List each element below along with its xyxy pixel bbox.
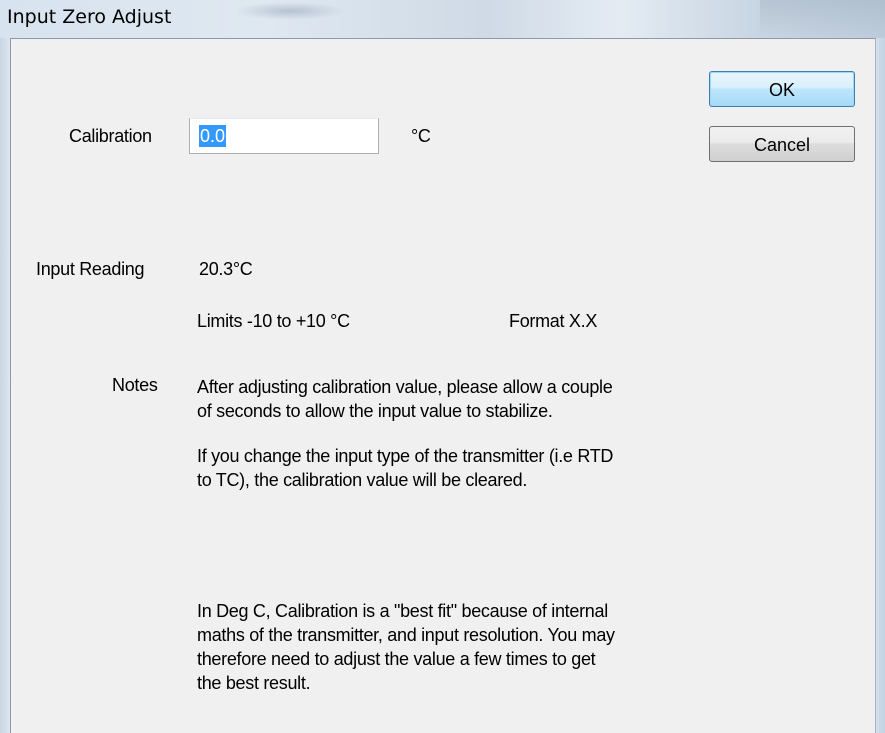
note-best-fit-line: maths of the transmitter, and input reso… (197, 625, 615, 645)
window-title: Input Zero Adjust (7, 6, 172, 28)
ok-button[interactable]: OK (709, 71, 855, 107)
cancel-button[interactable]: Cancel (709, 126, 855, 162)
note-best-fit-line: In Deg C, Calibration is a "best fit" be… (197, 601, 608, 621)
note-best-fit-line: therefore need to adjust the value a few… (197, 649, 596, 669)
limits-text: Limits -10 to +10 °C (197, 311, 350, 331)
note-best-fit: In Deg C, Calibration is a "best fit" be… (197, 599, 615, 695)
window-frame-left (0, 38, 10, 733)
note-stabilize-line: of seconds to allow the input value to s… (197, 401, 553, 421)
note-stabilize-line: After adjusting calibration value, pleas… (197, 377, 613, 397)
title-bar[interactable]: Input Zero Adjust (0, 0, 885, 38)
note-input-type: If you change the input type of the tran… (197, 444, 613, 492)
calibration-input-value: 0.0 (199, 125, 227, 147)
calibration-input[interactable]: 0.0 (189, 118, 379, 154)
calibration-label: Calibration (69, 126, 152, 146)
dialog-client-area: OK Cancel Calibration 0.0 °C Input Readi… (10, 38, 876, 733)
window-frame-right (875, 38, 885, 733)
title-bar-glass-reflection (235, 2, 345, 20)
note-best-fit-line: the best result. (197, 673, 311, 693)
calibration-unit: °C (411, 126, 431, 146)
input-reading-value: 20.3°C (199, 259, 253, 279)
format-text: Format X.X (509, 311, 598, 331)
note-stabilize: After adjusting calibration value, pleas… (197, 375, 613, 423)
dialog-window: Input Zero Adjust OK Cancel Calibration … (0, 0, 885, 733)
notes-label: Notes (112, 375, 158, 395)
note-input-type-line: If you change the input type of the tran… (197, 446, 614, 466)
note-input-type-line: to TC), the calibration value will be cl… (197, 470, 528, 490)
title-bar-glass-reflection-right (760, 0, 885, 38)
input-reading-label: Input Reading (36, 259, 145, 279)
